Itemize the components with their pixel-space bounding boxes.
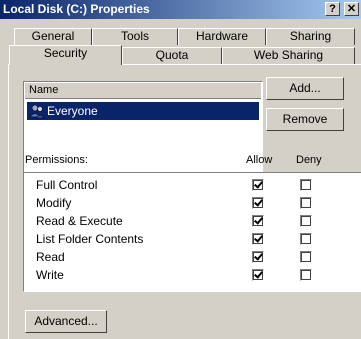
tab-hardware[interactable]: Hardware <box>178 28 266 45</box>
help-button[interactable]: ? <box>325 2 340 16</box>
permission-label: Read & Execute <box>36 214 123 228</box>
deny-header: Deny <box>296 154 322 166</box>
list-item[interactable]: Everyone <box>27 102 259 120</box>
remove-button[interactable]: Remove <box>266 108 344 131</box>
allow-checkbox[interactable] <box>252 233 264 245</box>
name-column-header[interactable]: Name <box>25 83 261 99</box>
permission-label: Full Control <box>36 178 98 192</box>
tab-web-sharing[interactable]: Web Sharing <box>222 47 355 64</box>
allow-checkbox[interactable] <box>252 251 264 263</box>
tab-security[interactable]: Security <box>9 45 122 65</box>
advanced-button[interactable]: Advanced... <box>25 310 107 333</box>
permission-row-read-execute: Read & Execute <box>24 213 361 231</box>
permission-label: Write <box>36 268 64 282</box>
permission-row-write: Write <box>24 267 361 285</box>
add-button[interactable]: Add... <box>266 77 344 100</box>
deny-checkbox[interactable] <box>300 269 312 281</box>
tab-sharing[interactable]: Sharing <box>266 28 355 45</box>
close-button[interactable]: ✕ <box>344 2 359 16</box>
permission-label: List Folder Contents <box>36 232 144 246</box>
list-item-label: Everyone <box>47 104 98 118</box>
allow-checkbox[interactable] <box>252 179 264 191</box>
permission-label: Modify <box>36 196 72 210</box>
allow-checkbox[interactable] <box>252 269 264 281</box>
permission-row-read: Read <box>24 249 361 267</box>
deny-checkbox[interactable] <box>300 233 312 245</box>
security-panel: Name Everyone Add... Remove Permissions:… <box>8 64 361 339</box>
permissions-list[interactable]: Full Control Modify Read & Execute List … <box>23 172 361 292</box>
title-bar[interactable]: Local Disk (C:) Properties ? ✕ <box>0 0 361 19</box>
tab-general[interactable]: General <box>14 28 92 45</box>
deny-checkbox[interactable] <box>300 197 312 209</box>
tab-quota[interactable]: Quota <box>122 47 222 64</box>
permissions-label: Permissions: <box>25 154 88 166</box>
deny-checkbox[interactable] <box>300 251 312 263</box>
permission-row-list-folder-contents: List Folder Contents <box>24 231 361 249</box>
permission-row-modify: Modify <box>24 195 361 213</box>
allow-checkbox[interactable] <box>252 197 264 209</box>
permission-label: Read <box>36 250 65 264</box>
allow-checkbox[interactable] <box>252 215 264 227</box>
tab-tools[interactable]: Tools <box>92 28 178 45</box>
deny-checkbox[interactable] <box>300 215 312 227</box>
users-group-icon <box>29 104 45 119</box>
allow-header: Allow <box>246 154 273 166</box>
deny-checkbox[interactable] <box>300 179 312 191</box>
permission-row-full-control: Full Control <box>24 177 361 195</box>
window-title: Local Disk (C:) Properties <box>3 2 150 16</box>
